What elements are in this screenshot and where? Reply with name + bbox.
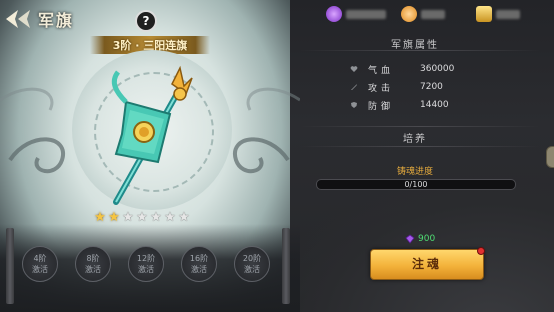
badge-stage: 20阶: [242, 254, 262, 263]
badge-status: 激活: [138, 265, 154, 274]
attribute-row-defense: 防御 14400: [350, 98, 449, 112]
divider: [300, 146, 540, 147]
divider: [300, 50, 540, 51]
purple-gem-icon: [405, 234, 415, 244]
badge-status: 激活: [32, 265, 48, 274]
inject-soul-button[interactable]: 注魂: [370, 249, 484, 280]
war-flag-image[interactable]: [96, 62, 206, 212]
badge-status: 激活: [191, 265, 207, 274]
attribute-label: 气血: [368, 65, 395, 76]
cultivate-title: 培养: [403, 134, 427, 145]
currency-coin-value: [421, 9, 445, 19]
star-icon: ★: [150, 210, 162, 225]
ingot-icon: [476, 6, 492, 22]
currency-purple: [326, 6, 386, 22]
mountain-backdrop: [290, 180, 554, 312]
currency-ingot-value: [496, 9, 520, 19]
activation-badge[interactable]: 16阶激活: [181, 246, 217, 282]
help-button[interactable]: ?: [135, 10, 157, 32]
currency-purple-value: [346, 9, 386, 19]
badge-stage: 8阶: [86, 254, 100, 263]
progress-text: 0/100: [404, 180, 428, 189]
badge-stage: 4阶: [33, 254, 47, 263]
attribute-value: 7200: [420, 82, 443, 92]
gold-coin-icon: [401, 6, 417, 22]
activation-badge[interactable]: 8阶激活: [75, 246, 111, 282]
attribute-row-attack: 攻击 7200: [350, 80, 443, 94]
attribute-value: 360000: [420, 64, 455, 74]
purple-gem-icon: [326, 6, 342, 22]
attribute-label: 攻击: [368, 83, 395, 94]
scroll-rod-left: [6, 228, 14, 304]
star-icon: ★: [178, 210, 190, 225]
star-rating: ★ ★ ★ ★ ★ ★ ★: [94, 210, 196, 226]
activation-badge[interactable]: 20阶激活: [234, 246, 270, 282]
star-icon: ★: [108, 210, 120, 225]
currency-ingot: [476, 6, 520, 22]
badge-status: 激活: [85, 265, 101, 274]
back-arrow-icon: [6, 10, 30, 28]
currency-coin: [401, 6, 445, 22]
badge-stage: 16阶: [189, 254, 209, 263]
attribute-label: 防御: [368, 101, 395, 112]
activation-badge[interactable]: 4阶激活: [22, 246, 58, 282]
star-icon: ★: [94, 210, 106, 225]
progress-label: 铸魂进度: [396, 167, 433, 177]
activation-badge[interactable]: 12阶激活: [128, 246, 164, 282]
attributes-title: 军旗属性: [391, 40, 439, 51]
cost-display: 900: [405, 234, 435, 244]
attribute-value: 14400: [420, 100, 449, 110]
star-icon: ★: [136, 210, 148, 225]
shield-icon: [351, 102, 357, 108]
badge-status: 激活: [244, 265, 260, 274]
notification-dot: [477, 247, 485, 255]
cost-value: 900: [418, 234, 436, 244]
star-icon: ★: [164, 210, 176, 225]
scroll-rod-right: [282, 228, 290, 304]
sword-icon: [351, 84, 357, 90]
heart-icon: [350, 66, 358, 72]
back-button[interactable]: [4, 6, 38, 32]
side-drawer-handle[interactable]: [546, 146, 554, 168]
page-title: 军旗: [38, 11, 75, 30]
attribute-row-hp: 气血 360000: [350, 62, 454, 76]
badge-stage: 12阶: [136, 254, 156, 263]
divider: [300, 126, 540, 127]
star-icon: ★: [122, 210, 134, 225]
